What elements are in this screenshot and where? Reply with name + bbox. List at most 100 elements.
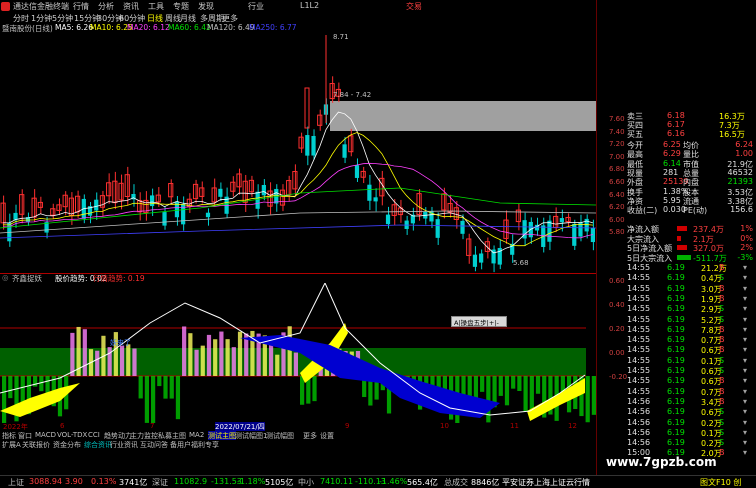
menu-gj[interactable]: 工具	[148, 1, 164, 12]
menu-zx[interactable]: 资讯	[123, 1, 139, 12]
popup-label: A|操盘五步|+|-	[454, 319, 499, 327]
candle-body	[162, 212, 167, 226]
tick-side: S	[719, 304, 725, 314]
indicator-chart[interactable]: 妖来了	[0, 283, 596, 423]
indicator-tab[interactable]: MA2	[189, 431, 204, 439]
indicator-tab[interactable]: CCI	[88, 431, 100, 439]
ma-label: MA120: 6.49	[207, 23, 255, 32]
indicator-popup[interactable]: A|操盘五步|+|-	[451, 316, 507, 327]
tick-arrow: ▾	[743, 417, 748, 427]
candle-body	[435, 219, 440, 238]
extension-tab[interactable]: 综合资讯	[84, 440, 112, 450]
status-item: 上证	[8, 478, 24, 487]
candlestick-chart[interactable]: 8.71 7.84 - 7.42 5.68	[0, 33, 596, 274]
tick-price: 6.19	[667, 314, 685, 324]
indicator-axis-label: 0.00	[609, 349, 625, 357]
extension-tab[interactable]: 行业资讯	[110, 440, 138, 450]
menu-fx2[interactable]: 发现	[198, 1, 214, 12]
ma-label: MA5: 6.26	[55, 23, 93, 32]
candle-body	[547, 220, 552, 242]
status-item: -1.46%	[379, 477, 408, 486]
flow-row: 5日净流入额 327.0万 2%	[597, 243, 756, 253]
status-item: -1.18%	[237, 477, 266, 486]
extension-tab[interactable]: 互动问答	[140, 440, 168, 450]
candle-body	[572, 223, 577, 246]
tick-side: S	[719, 417, 725, 427]
candle-body	[354, 165, 360, 178]
flow-bar	[677, 235, 681, 241]
quote-price: 6.16	[667, 129, 685, 138]
status-item: 中小	[298, 478, 314, 487]
tick-arrow: ▾	[743, 283, 748, 293]
f10-link[interactable]: 图文F10 创	[700, 477, 741, 488]
histogram-bar	[225, 339, 230, 376]
status-item: 3.90	[65, 477, 83, 486]
candle-body	[373, 197, 378, 202]
tick-price: 6.19	[667, 304, 685, 314]
indicator-axis-label: 0.40	[609, 301, 625, 309]
extension-tabs: 扩展A 关联报价 资金分布 综合资讯 行业资讯 互动问答 备用户福利专享	[0, 440, 596, 449]
indicator-tab[interactable]: MACD	[35, 431, 56, 439]
status-item: 0.13%	[91, 477, 117, 486]
menu-fx[interactable]: 分析	[98, 1, 114, 12]
histogram-bar	[107, 347, 112, 376]
tick-time: 14:56	[627, 417, 651, 427]
date-label: 6	[60, 422, 65, 430]
ma-label: MA60: 6.42	[168, 23, 211, 32]
tick-arrow: ▾	[743, 407, 748, 417]
tick-price: 6.19	[667, 427, 685, 437]
menu-hq[interactable]: 行情	[73, 1, 89, 12]
tick-side: B	[719, 283, 725, 293]
flow-bar	[677, 226, 687, 231]
tick-row: 14:55 6.19 21.2万 B ▾	[597, 263, 756, 273]
settings-icon[interactable]: ◎	[2, 273, 9, 282]
tick-time: 14:55	[627, 345, 651, 355]
status-item: 565.4亿	[407, 478, 438, 487]
menu-hy[interactable]: 行业	[248, 1, 264, 12]
status-item: 平安证券上海上证云行情	[502, 478, 590, 487]
candle-body	[13, 212, 18, 220]
extension-tab[interactable]: 关联报价	[22, 440, 50, 450]
candle-body	[37, 201, 43, 208]
date-label: 10	[440, 422, 449, 430]
flow-pct: 2%	[740, 243, 753, 252]
ma-label: MA250: 6.77	[249, 23, 297, 32]
stat-value: 156.6	[730, 205, 753, 215]
indicator-tab[interactable]: VOL-TDX	[57, 431, 87, 439]
extension-tab[interactable]: 备用户福利专享	[170, 440, 219, 450]
menu-zt[interactable]: 专题	[173, 1, 189, 12]
stat-row: 收益(二) 0.030 PE(动) 156.6	[597, 205, 756, 215]
tick-arrow: ▾	[743, 263, 748, 272]
candle-body	[559, 218, 564, 223]
tick-arrow: ▾	[743, 314, 748, 324]
tick-time: 14:55	[627, 293, 651, 303]
broker-trade[interactable]: 交易	[406, 1, 422, 12]
histogram-bar	[39, 376, 44, 392]
tick-side: S	[719, 314, 725, 324]
quote-price: 6.17	[667, 120, 685, 129]
tick-time: 14:55	[627, 355, 651, 365]
tick-price: 6.19	[667, 417, 685, 427]
stat-row: 换手 1.38% 股本 3.53亿	[597, 187, 756, 197]
tick-arrow: ▾	[743, 273, 748, 283]
menu-l1l2[interactable]: L1L2	[300, 1, 319, 10]
candle-body	[174, 201, 180, 218]
tick-side: S	[719, 427, 725, 437]
extension-tab[interactable]: 资金分布	[53, 440, 81, 450]
tick-row: 14:55 6.19 0.7万 B ▾	[597, 335, 756, 345]
tick-time: 14:56	[627, 427, 651, 437]
stat-row: 最高 6.29 量比 1.00	[597, 149, 756, 159]
indicator-legend: ◎ 齐鑫捉妖 股价趋势: 0.02 行情趋势: 0.19	[0, 273, 596, 283]
histogram-bar	[535, 376, 541, 394]
candle-body	[348, 135, 354, 153]
tick-time: 14:55	[627, 366, 651, 375]
tick-arrow: ▾	[743, 304, 748, 314]
tick-arrow: ▾	[743, 335, 748, 345]
tick-price: 6.19	[667, 345, 685, 355]
status-item: 3088.94	[29, 477, 63, 486]
tick-arrow: ▾	[743, 396, 748, 406]
extension-tab[interactable]: 扩展A	[2, 440, 21, 450]
candle-body	[68, 197, 74, 216]
tick-row: 14:56 6.19 3.4万 B ▾	[597, 396, 756, 407]
histogram-bar	[206, 334, 212, 376]
